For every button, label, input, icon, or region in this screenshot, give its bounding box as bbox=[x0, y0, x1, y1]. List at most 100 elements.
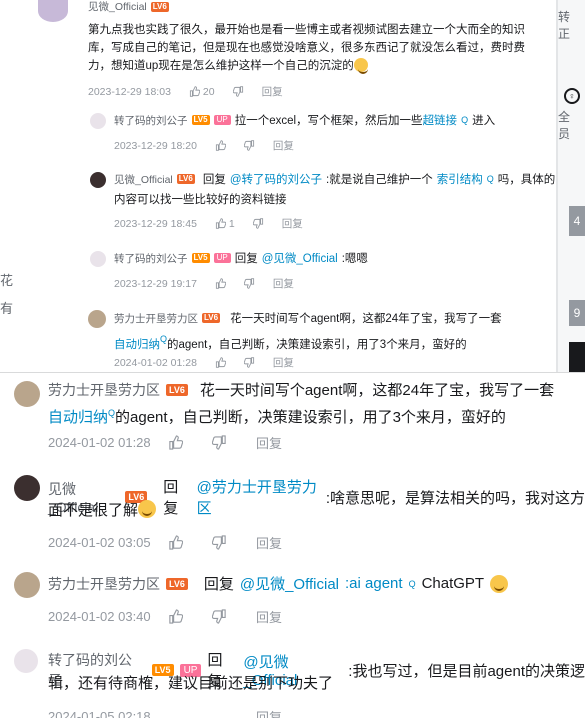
avatar[interactable] bbox=[14, 649, 38, 673]
zoomed-out-comment-panel: 见微_Official LV6 第九点我也实践了很久，最开始也是看一些博主或者视… bbox=[0, 0, 585, 372]
smile-emoji-icon bbox=[138, 500, 157, 518]
reply-label: 回复 bbox=[234, 253, 258, 265]
sidebar-thumbnail[interactable] bbox=[569, 342, 585, 372]
thumb-down-icon[interactable] bbox=[232, 86, 244, 97]
sidebar-label: 转正 bbox=[558, 10, 571, 41]
username[interactable]: 转了码的刘公子 bbox=[114, 251, 188, 266]
level-badge: LV6 bbox=[166, 383, 188, 396]
avatar[interactable] bbox=[88, 310, 106, 328]
link-text[interactable]: 自动归纳 bbox=[48, 409, 108, 426]
thumb-down-icon[interactable] bbox=[243, 357, 255, 368]
comment-line: 自动归纳Q的agent，自己判断，决策建设索引，用了3个来月，蛮好的 bbox=[114, 330, 467, 354]
right-sidebar: 转正 ♀ 全员 4 9 bbox=[557, 0, 585, 372]
avatar[interactable] bbox=[90, 172, 106, 188]
up-badge: UP bbox=[213, 115, 231, 125]
username[interactable]: 见微_Official bbox=[114, 172, 173, 187]
thumb-down-icon[interactable] bbox=[252, 218, 264, 229]
search-icon: Q bbox=[486, 174, 494, 184]
thumb-down-icon[interactable] bbox=[243, 278, 255, 289]
like-count: 20 bbox=[202, 85, 215, 98]
dislike-button[interactable] bbox=[212, 609, 256, 624]
link-text[interactable]: 自动归纳 bbox=[114, 339, 160, 351]
link-text[interactable]: 超链接 bbox=[423, 112, 458, 128]
timestamp: 2023-12-29 18:45 bbox=[114, 217, 197, 230]
reply-button[interactable]: 回复 bbox=[273, 138, 294, 153]
comment-item: 劳力士开垦劳力区 LV6 花一天时间写个agent啊，这都24年了宝，我写了一套… bbox=[0, 373, 585, 463]
comment-meta: 2023-12-29 18:45 1 回复 bbox=[114, 216, 303, 231]
level-badge: LV5 bbox=[191, 115, 210, 125]
reply-button[interactable]: 回复 bbox=[273, 355, 294, 370]
comment-text: :就是说自己维护一个 bbox=[326, 174, 433, 186]
comment-item: 见微_Official LV6 回复 @劳力士开垦劳力区 :啥意思呢，是算法相关… bbox=[0, 470, 585, 560]
username[interactable]: 劳力士开垦劳力区 bbox=[48, 380, 160, 400]
avatar[interactable] bbox=[14, 572, 40, 598]
thumb-up-icon[interactable] bbox=[215, 357, 226, 368]
thumb-up-icon[interactable] bbox=[215, 140, 226, 151]
dislike-button[interactable] bbox=[212, 435, 256, 450]
sidebar-card[interactable]: 9 bbox=[569, 300, 585, 326]
comment-meta: 2024-01-02 01:28 回复 bbox=[48, 433, 282, 452]
comment-meta: 2024-01-02 01:28 回复 bbox=[114, 355, 294, 370]
username[interactable]: 转了码的刘公子 bbox=[114, 113, 188, 128]
cropped-text: 花 bbox=[0, 273, 14, 288]
thumb-down-icon[interactable] bbox=[243, 140, 255, 151]
thumb-up-icon bbox=[215, 218, 226, 229]
timestamp: 2024-01-02 01:28 bbox=[114, 356, 197, 369]
timestamp: 2023-12-29 18:20 bbox=[114, 139, 197, 152]
reply-button[interactable]: 回复 bbox=[256, 707, 282, 718]
comment-meta: 2024-01-02 03:05 回复 bbox=[48, 533, 282, 552]
avatar[interactable] bbox=[14, 475, 40, 501]
like-count: 1 bbox=[228, 217, 235, 230]
like-button[interactable] bbox=[168, 535, 212, 550]
link-text[interactable]: 索引结构 bbox=[437, 171, 483, 187]
username[interactable]: 见微_Official bbox=[88, 0, 147, 14]
comment-line: 第九点我也实践了很久，最开始也是看一些博主或者视频试图去建立一个大而全的知识 bbox=[88, 24, 525, 36]
dislike-button[interactable] bbox=[212, 535, 256, 550]
reply-button[interactable]: 回复 bbox=[256, 533, 282, 552]
username[interactable]: 劳力士开垦劳力区 bbox=[114, 311, 198, 326]
username[interactable]: 劳力士开垦劳力区 bbox=[48, 574, 160, 594]
comment-meta: 2024-01-05 02:18 回复 bbox=[48, 707, 282, 718]
like-button[interactable] bbox=[168, 609, 212, 624]
award-icon[interactable]: ♀ bbox=[564, 88, 580, 104]
reply-button[interactable]: 回复 bbox=[262, 84, 283, 99]
smile-emoji-icon bbox=[490, 574, 509, 593]
sidebar-card[interactable]: 4 bbox=[569, 206, 585, 236]
mention-link[interactable]: @见微_Official bbox=[262, 250, 338, 266]
avatar[interactable] bbox=[90, 113, 106, 129]
level-badge: LV6 bbox=[202, 313, 221, 323]
avatar[interactable] bbox=[90, 251, 106, 267]
thumb-down-icon bbox=[212, 535, 226, 550]
comment-text: 内容可以找一些比较好的资料链接 bbox=[114, 194, 287, 206]
reply-button[interactable]: 回复 bbox=[282, 216, 303, 231]
reply-label: 回复 bbox=[203, 576, 234, 593]
reply-label: 回复 bbox=[202, 174, 226, 186]
link-text[interactable]: :ai agent bbox=[345, 575, 403, 592]
thumb-up-icon bbox=[169, 609, 183, 624]
level-badge: LV6 bbox=[150, 1, 169, 12]
comment-meta: 2024-01-02 03:40 回复 bbox=[48, 607, 282, 626]
comment-text: 的agent，自己判断，决策建设索引，用了3个来月，蛮好的 bbox=[115, 409, 506, 426]
reply-button[interactable]: 回复 bbox=[256, 607, 282, 626]
avatar[interactable] bbox=[38, 0, 68, 22]
timestamp: 2024-01-02 03:40 bbox=[48, 609, 151, 624]
thumb-up-icon bbox=[169, 535, 183, 550]
mention-link[interactable]: @转了码的刘公子 bbox=[230, 171, 322, 187]
reply-button[interactable]: 回复 bbox=[273, 276, 294, 291]
reply-button[interactable]: 回复 bbox=[256, 433, 282, 452]
comment-meta: 2023-12-29 18:20 回复 bbox=[114, 138, 294, 153]
level-badge: LV6 bbox=[166, 577, 188, 590]
thumb-up-icon[interactable] bbox=[215, 278, 226, 289]
comment-item: 转了码的刘公子 LV5 UP 回复 @见微_Official :我也写过，但是目… bbox=[0, 643, 585, 718]
like-button[interactable] bbox=[168, 435, 212, 450]
avatar[interactable] bbox=[14, 381, 40, 407]
search-icon: Q bbox=[160, 334, 168, 344]
comment-line: 见微_Official LV6 回复 @转了码的刘公子 :就是说自己维护一个 索引… bbox=[114, 171, 555, 187]
comment-line: 库，写成自己的笔记，但是现在也感觉没啥意义，很多东西记了就没怎么看过，费时费 bbox=[88, 42, 525, 54]
like-button[interactable]: 1 bbox=[215, 218, 235, 230]
timestamp: 2023-12-29 18:03 bbox=[88, 85, 171, 98]
comment-line: 力，想知道up现在是怎么维护这样一个自己的沉淀的 bbox=[88, 57, 525, 75]
timestamp: 2024-01-02 03:05 bbox=[48, 535, 151, 550]
like-button[interactable]: 20 bbox=[189, 86, 215, 98]
mention-link[interactable]: @见微_Official bbox=[240, 573, 339, 594]
